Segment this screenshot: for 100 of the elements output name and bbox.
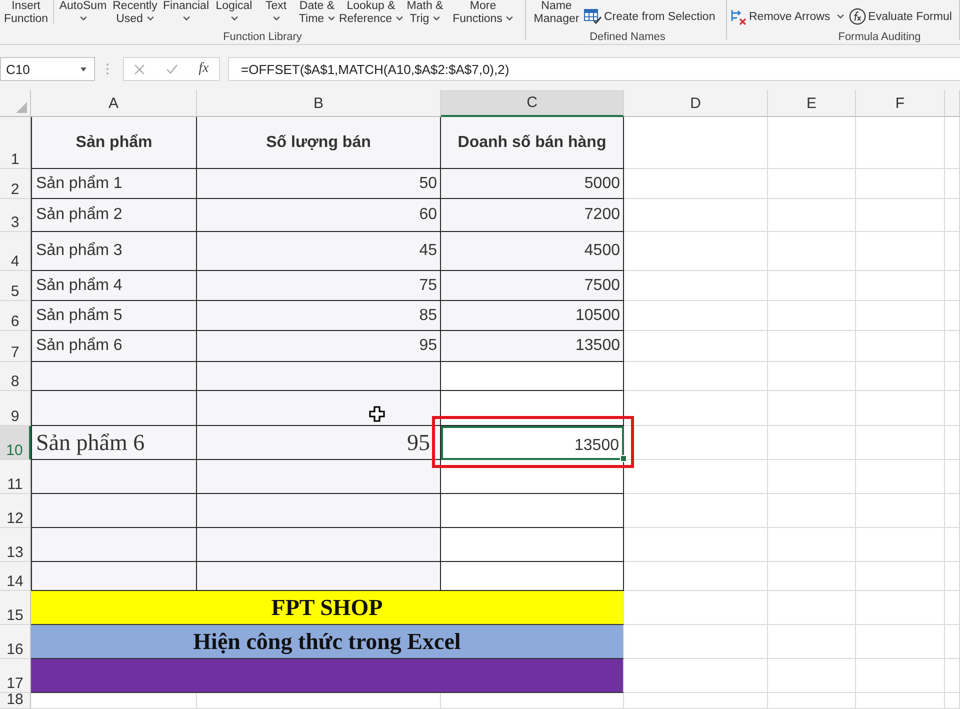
sheet-cell: 7200 (441, 199, 624, 232)
sheet-cell: Sản phẩm 2 (31, 199, 197, 232)
sheet-cell: 50 (197, 169, 441, 199)
sheet-cell: 45 (197, 232, 441, 271)
row-header[interactable]: 5 (0, 271, 31, 301)
sheet-cell: 85 (197, 301, 441, 331)
fill-handle[interactable] (620, 455, 627, 462)
table-icon (584, 9, 602, 24)
sheet-cell (945, 625, 960, 659)
formula-field[interactable]: =OFFSET($A$1,MATCH(A10,$A$2:$A$7,0),2) (228, 57, 960, 81)
sheet-cell: 4500 (441, 232, 624, 271)
ribbon-button[interactable]: Logical (213, 0, 255, 30)
ribbon-button[interactable]: Text (255, 0, 297, 30)
sheet-cell: 75 (197, 271, 441, 301)
sheet-cell (945, 169, 960, 199)
sheet-cell: Sản phẩm 4 (31, 271, 197, 301)
column-header[interactable]: B (197, 90, 441, 117)
group-label: Function Library (222, 30, 303, 44)
sheet-cell: Số lượng bán (197, 117, 441, 169)
sheet-cell: 10500 (441, 301, 624, 331)
name-box[interactable]: C10 (0, 57, 95, 81)
sheet-cell (945, 426, 960, 460)
sheet-cell: Sản phẩm 6 (31, 426, 197, 460)
row-header[interactable]: 8 (0, 362, 31, 391)
row-header[interactable]: 9 (0, 391, 31, 426)
check-icon[interactable] (166, 64, 178, 74)
column-header[interactable]: F (856, 90, 945, 117)
row-header[interactable]: 3 (0, 199, 31, 232)
row-header[interactable]: 4 (0, 232, 31, 271)
ribbon-button[interactable]: More Functions (445, 0, 521, 30)
ribbon-button[interactable]: Math & Trig (405, 0, 445, 30)
sheet-cell: Sản phẩm 6 (31, 331, 197, 362)
sheet-cell (945, 232, 960, 271)
sheet-cell: 60 (197, 199, 441, 232)
row-header[interactable]: 7 (0, 331, 31, 362)
sheet-cell (945, 271, 960, 301)
triangle-icon (16, 102, 27, 113)
sheet-cell (945, 562, 960, 591)
sheet-cell: 95 (197, 331, 441, 362)
sheet-cell (945, 494, 960, 528)
ribbon-button[interactable]: Create from Selection (584, 9, 716, 24)
ribbon-button[interactable]: Recently Used (111, 0, 159, 30)
group-label: Formula Auditing (837, 30, 922, 44)
sheet-cell (945, 591, 960, 625)
fx-button[interactable]: fx (198, 61, 209, 77)
column-header[interactable]: C (441, 90, 624, 117)
title-banner: Hiện công thức trong Excel (31, 625, 624, 659)
sheet-cell (945, 117, 960, 169)
sheet-cell (945, 528, 960, 562)
sheet-cell: 13500 (441, 331, 624, 362)
sheet-cell: 7500 (441, 271, 624, 301)
ribbon-button[interactable]: Remove Arrows (730, 8, 844, 24)
sheet-cell (945, 199, 960, 232)
sheet-cell: 95 (197, 426, 441, 460)
select-all-button[interactable] (0, 90, 31, 117)
sheet-cell (945, 391, 960, 426)
sheet-cell: Sản phẩm 5 (31, 301, 197, 331)
row-header[interactable]: 6 (0, 301, 31, 331)
row-header[interactable]: 18 (0, 693, 31, 709)
row-header[interactable]: 17 (0, 659, 31, 693)
formula-circle-icon (849, 8, 866, 25)
column-header[interactable]: A (31, 90, 197, 117)
column-header[interactable] (945, 90, 960, 117)
row-header[interactable]: 1 (0, 117, 31, 169)
row-header[interactable]: 10 (0, 426, 31, 460)
ribbon-button[interactable]: Lookup & Reference (337, 0, 405, 30)
ribbon-button[interactable]: Financial (159, 0, 213, 30)
sheet-cell (945, 301, 960, 331)
cursor-icon (369, 406, 385, 422)
sheet-cell: 13500 (441, 426, 624, 460)
column-header[interactable]: E (768, 90, 856, 117)
ribbon-button[interactable]: Name Manager (529, 0, 584, 30)
sheet-cell (945, 659, 960, 693)
grip-icon (106, 63, 109, 75)
row-header[interactable]: 15 (0, 591, 31, 625)
ribbon-button[interactable]: Evaluate Formul (849, 8, 952, 25)
sheet-cell: Sản phẩm 1 (31, 169, 197, 199)
column-header[interactable]: D (624, 90, 768, 117)
arrow-cross-icon (730, 8, 747, 24)
row-header[interactable]: 2 (0, 169, 31, 199)
row-header[interactable]: 13 (0, 528, 31, 562)
sheet-cell: 5000 (441, 169, 624, 199)
sheet-cell (945, 362, 960, 391)
caret-icon (80, 66, 87, 72)
row-header[interactable]: 12 (0, 494, 31, 528)
ribbon-button[interactable]: AutoSum (55, 0, 111, 30)
sheet-cell (945, 460, 960, 494)
row-header[interactable]: 14 (0, 562, 31, 591)
row-header[interactable]: 16 (0, 625, 31, 659)
sheet-cell (945, 331, 960, 362)
sheet-cell: Sản phẩm 3 (31, 232, 197, 271)
row-header[interactable]: 11 (0, 460, 31, 494)
sheet-cell: Sản phẩm (31, 117, 197, 169)
sheet-cell: Doanh số bán hàng (441, 117, 624, 169)
title-banner: FPT SHOP (31, 591, 624, 625)
ribbon-button[interactable]: Insert Function (0, 0, 52, 30)
cancel-icon[interactable] (134, 64, 146, 74)
sheet-cell (945, 693, 960, 709)
ribbon-button[interactable]: Date & Time (297, 0, 337, 30)
group-label: Defined Names (588, 30, 666, 44)
